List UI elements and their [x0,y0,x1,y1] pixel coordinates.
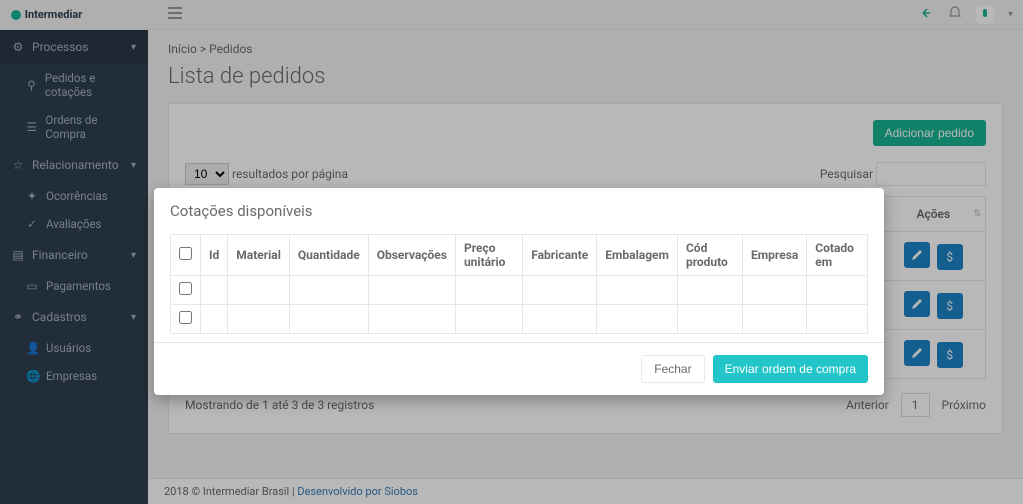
col-material: Material [228,235,290,276]
col-embalagem: Embalagem [597,235,678,276]
col-preco: Preço unitário [455,235,522,276]
modal-title: Cotações disponíveis [154,188,884,234]
col-observacoes: Observações [368,235,455,276]
row-checkbox[interactable] [179,282,192,295]
table-row [171,276,868,305]
col-empresa: Empresa [743,235,807,276]
col-codproduto: Cód produto [677,235,742,276]
select-all-checkbox[interactable] [179,247,192,260]
table-row [171,305,868,334]
col-fabricante: Fabricante [523,235,597,276]
col-quantidade: Quantidade [289,235,368,276]
send-order-button[interactable]: Enviar ordem de compra [713,355,868,383]
row-checkbox[interactable] [179,311,192,324]
col-cotadoem: Cotado em [807,235,868,276]
quotes-modal: Cotações disponíveis Id Material Quantid… [154,188,884,395]
close-button[interactable]: Fechar [641,355,704,383]
col-id: Id [201,235,228,276]
quotes-table: Id Material Quantidade Observações Preço… [170,234,868,334]
